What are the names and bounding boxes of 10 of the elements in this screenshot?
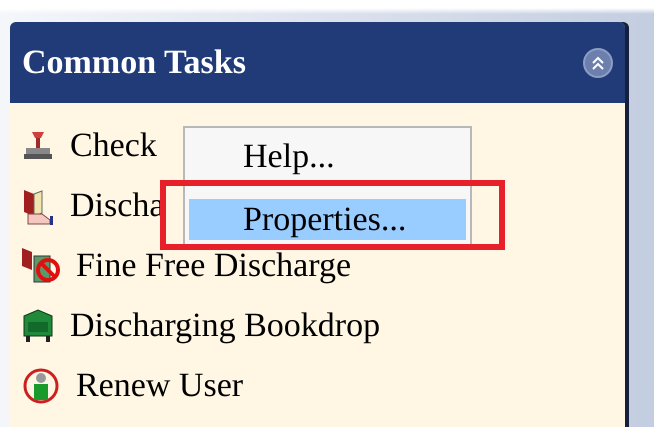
- chevrons-up-icon: [591, 54, 605, 70]
- task-link[interactable]: Fine Free Discharge: [76, 246, 352, 284]
- menu-item[interactable]: Properties...: [189, 199, 466, 240]
- menu-item[interactable]: Help...: [189, 136, 466, 177]
- panel-title: Common Tasks: [22, 44, 246, 82]
- collapse-button[interactable]: [583, 48, 613, 78]
- book-prohibited-icon: [20, 246, 62, 286]
- task-link[interactable]: Check: [70, 126, 157, 164]
- task-link[interactable]: Renew User: [76, 366, 244, 404]
- task-link[interactable]: Discharging Bookdrop: [70, 306, 380, 344]
